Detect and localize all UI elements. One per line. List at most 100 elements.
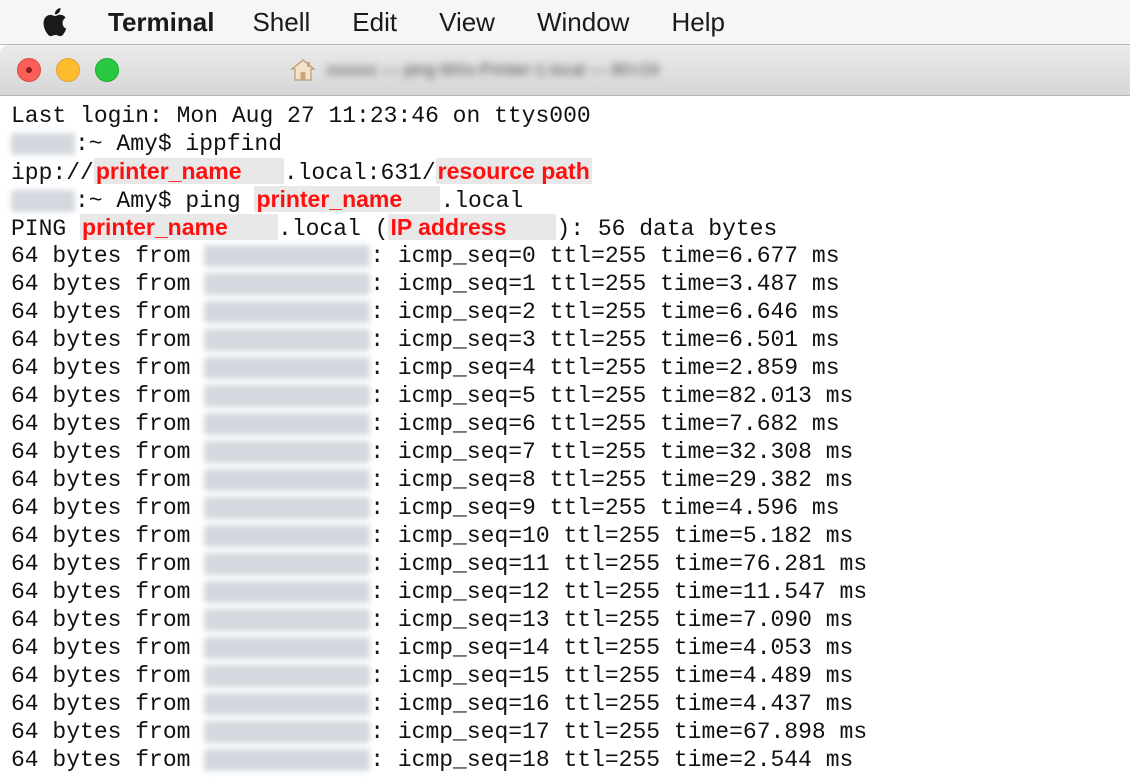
window-title: xxxxxx — ping MXx-Printer-1.local — 80×2… bbox=[326, 60, 660, 79]
printer-name-annotation: printer_name bbox=[254, 186, 441, 212]
bytes-prefix-text: 64 bytes from bbox=[11, 243, 205, 269]
zoom-button[interactable] bbox=[95, 58, 119, 82]
menu-edit[interactable]: Edit bbox=[352, 7, 397, 38]
menu-view[interactable]: View bbox=[439, 7, 495, 38]
redacted-ip-address bbox=[204, 384, 371, 407]
ping-header-line: PING printer_name .local (IP address): 56… bbox=[11, 214, 777, 242]
command-text: ippfind bbox=[185, 131, 283, 157]
bytes-prefix-text: 64 bytes from bbox=[11, 635, 205, 661]
ping-command-line: :~ Amy$ ping printer_name .local bbox=[11, 186, 523, 214]
ping-reply-line: 64 bytes from : icmp_seq=11 ttl=255 time… bbox=[11, 550, 867, 578]
bytes-prefix-text: 64 bytes from bbox=[11, 607, 205, 633]
bytes-prefix-text: 64 bytes from bbox=[11, 523, 205, 549]
redacted-ip-address bbox=[204, 356, 371, 379]
reply-detail-text: : icmp_seq=7 ttl=255 time=32.308 ms bbox=[370, 439, 854, 465]
ippfind-command-line: :~ Amy$ ippfind bbox=[11, 130, 282, 158]
bytes-prefix-text: 64 bytes from bbox=[11, 663, 205, 689]
ping-middle-text: .local ( bbox=[278, 216, 389, 242]
redacted-ip-address bbox=[204, 328, 371, 351]
redacted-ip-address bbox=[204, 272, 371, 295]
ping-reply-line: 64 bytes from : icmp_seq=3 ttl=255 time=… bbox=[11, 326, 840, 354]
bytes-prefix-text: 64 bytes from bbox=[11, 271, 205, 297]
prompt-text: :~ Amy$ bbox=[75, 131, 186, 157]
apple-logo-icon[interactable] bbox=[40, 6, 68, 38]
redacted-ip-address bbox=[204, 440, 371, 463]
ping-reply-line: 64 bytes from : icmp_seq=10 ttl=255 time… bbox=[11, 522, 853, 550]
redacted-ip-address bbox=[204, 608, 371, 631]
bytes-prefix-text: 64 bytes from bbox=[11, 747, 205, 773]
ping-reply-line: 64 bytes from : icmp_seq=15 ttl=255 time… bbox=[11, 662, 853, 690]
window-titlebar[interactable]: xxxxxx — ping MXx-Printer-1.local — 80×2… bbox=[0, 45, 1130, 96]
ping-suffix-text: ): 56 data bytes bbox=[556, 216, 778, 242]
reply-detail-text: : icmp_seq=5 ttl=255 time=82.013 ms bbox=[370, 383, 854, 409]
close-button[interactable] bbox=[17, 58, 41, 82]
ping-reply-line: 64 bytes from : icmp_seq=7 ttl=255 time=… bbox=[11, 438, 853, 466]
reply-detail-text: : icmp_seq=9 ttl=255 time=4.596 ms bbox=[370, 495, 840, 521]
reply-detail-text: : icmp_seq=3 ttl=255 time=6.501 ms bbox=[370, 327, 840, 353]
bytes-prefix-text: 64 bytes from bbox=[11, 691, 205, 717]
redacted-ip-address bbox=[204, 748, 371, 771]
ipp-host-text: .local:631/ bbox=[283, 160, 436, 186]
redacted-ip-address bbox=[204, 580, 371, 603]
ping-reply-line: 64 bytes from : icmp_seq=9 ttl=255 time=… bbox=[11, 494, 840, 522]
reply-detail-text: : icmp_seq=14 ttl=255 time=4.053 ms bbox=[370, 635, 854, 661]
redacted-ip-address bbox=[204, 468, 371, 491]
window-title-area: xxxxxx — ping MXx-Printer-1.local — 80×2… bbox=[290, 57, 659, 83]
menu-shell[interactable]: Shell bbox=[252, 7, 310, 38]
ping-reply-line: 64 bytes from : icmp_seq=13 ttl=255 time… bbox=[11, 606, 853, 634]
ippfind-result-line: ipp://printer_name .local:631/resource pa… bbox=[11, 158, 592, 186]
reply-detail-text: : icmp_seq=6 ttl=255 time=7.682 ms bbox=[370, 411, 840, 437]
last-login-line: Last login: Mon Aug 27 11:23:46 on ttys0… bbox=[11, 102, 591, 130]
prompt-text: :~ Amy$ bbox=[75, 188, 186, 214]
menu-help[interactable]: Help bbox=[671, 7, 724, 38]
redacted-hostname bbox=[11, 189, 75, 212]
redacted-ip-address bbox=[204, 552, 371, 575]
printer-name-annotation: printer_name bbox=[80, 214, 279, 240]
redacted-ip-address bbox=[204, 636, 371, 659]
bytes-prefix-text: 64 bytes from bbox=[11, 495, 205, 521]
redacted-ip-address bbox=[204, 244, 371, 267]
bytes-prefix-text: 64 bytes from bbox=[11, 551, 205, 577]
ping-prefix-text: PING bbox=[11, 216, 81, 242]
ping-reply-line: 64 bytes from : icmp_seq=0 ttl=255 time=… bbox=[11, 242, 840, 270]
bytes-prefix-text: 64 bytes from bbox=[11, 719, 205, 745]
local-suffix-text: .local bbox=[440, 188, 524, 214]
redacted-hostname bbox=[11, 132, 75, 155]
ping-reply-line: 64 bytes from : icmp_seq=8 ttl=255 time=… bbox=[11, 466, 853, 494]
menu-app-terminal[interactable]: Terminal bbox=[108, 7, 214, 38]
reply-detail-text: : icmp_seq=15 ttl=255 time=4.489 ms bbox=[370, 663, 854, 689]
reply-detail-text: : icmp_seq=11 ttl=255 time=76.281 ms bbox=[370, 551, 868, 577]
reply-detail-text: : icmp_seq=16 ttl=255 time=4.437 ms bbox=[370, 691, 854, 717]
redacted-ip-address bbox=[204, 720, 371, 743]
ipp-scheme-text: ipp:// bbox=[11, 160, 94, 186]
terminal-output[interactable]: Last login: Mon Aug 27 11:23:46 on ttys0… bbox=[0, 96, 1130, 779]
bytes-prefix-text: 64 bytes from bbox=[11, 327, 205, 353]
reply-detail-text: : icmp_seq=13 ttl=255 time=7.090 ms bbox=[370, 607, 854, 633]
ping-reply-line: 64 bytes from : icmp_seq=4 ttl=255 time=… bbox=[11, 354, 840, 382]
ping-reply-line: 64 bytes from : icmp_seq=5 ttl=255 time=… bbox=[11, 382, 853, 410]
bytes-prefix-text: 64 bytes from bbox=[11, 355, 205, 381]
bytes-prefix-text: 64 bytes from bbox=[11, 439, 205, 465]
ping-reply-line: 64 bytes from : icmp_seq=17 ttl=255 time… bbox=[11, 718, 867, 746]
redacted-ip-address bbox=[204, 664, 371, 687]
redacted-ip-address bbox=[204, 412, 371, 435]
reply-detail-text: : icmp_seq=8 ttl=255 time=29.382 ms bbox=[370, 467, 854, 493]
ping-reply-line: 64 bytes from : icmp_seq=6 ttl=255 time=… bbox=[11, 410, 840, 438]
reply-detail-text: : icmp_seq=10 ttl=255 time=5.182 ms bbox=[370, 523, 854, 549]
minimize-button[interactable] bbox=[56, 58, 80, 82]
bytes-prefix-text: 64 bytes from bbox=[11, 299, 205, 325]
redacted-ip-address bbox=[204, 496, 371, 519]
printer-name-annotation: printer_name bbox=[93, 158, 284, 184]
terminal-window: xxxxxx — ping MXx-Printer-1.local — 80×2… bbox=[0, 44, 1130, 779]
resource-path-annotation: resource path bbox=[435, 158, 592, 184]
bytes-prefix-text: 64 bytes from bbox=[11, 383, 205, 409]
reply-detail-text: : icmp_seq=17 ttl=255 time=67.898 ms bbox=[370, 719, 868, 745]
reply-detail-text: : icmp_seq=0 ttl=255 time=6.677 ms bbox=[370, 243, 840, 269]
command-text: ping bbox=[185, 188, 255, 214]
menu-window[interactable]: Window bbox=[537, 7, 629, 38]
reply-detail-text: : icmp_seq=12 ttl=255 time=11.547 ms bbox=[370, 579, 868, 605]
ip-address-annotation: IP address bbox=[388, 214, 557, 240]
redacted-ip-address bbox=[204, 524, 371, 547]
ping-reply-line: 64 bytes from : icmp_seq=12 ttl=255 time… bbox=[11, 578, 867, 606]
reply-detail-text: : icmp_seq=1 ttl=255 time=3.487 ms bbox=[370, 271, 840, 297]
